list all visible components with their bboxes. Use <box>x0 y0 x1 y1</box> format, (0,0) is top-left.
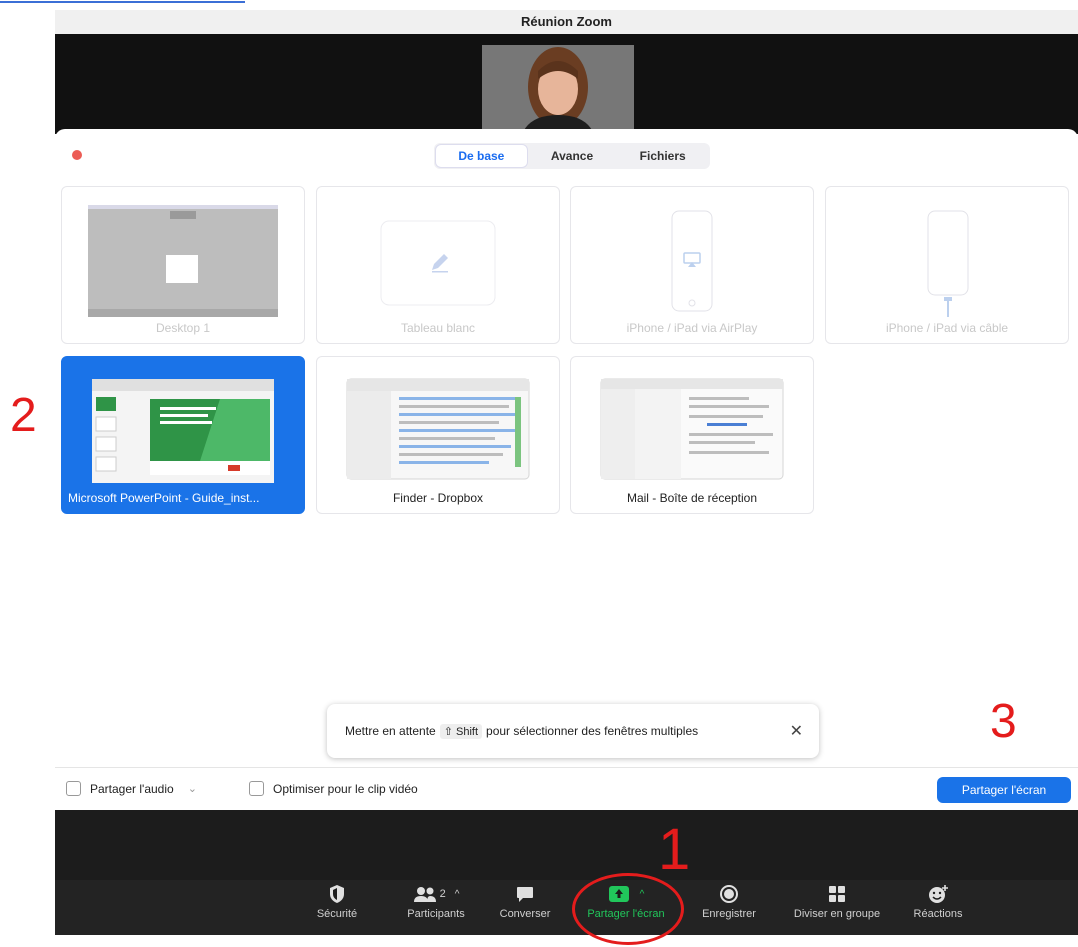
tile-powerpoint[interactable]: Microsoft PowerPoint - Guide_inst... <box>61 356 305 514</box>
toolbar-chat[interactable]: Converser <box>494 884 556 920</box>
hint-text-before: Mettre en attente <box>345 724 436 738</box>
toolbar-breakout-label: Diviser en groupe <box>793 908 881 920</box>
toolbar-chat-label: Converser <box>499 908 551 920</box>
annotation-step-1: 1 <box>658 817 691 882</box>
toolbar-security[interactable]: Sécurité <box>312 884 362 920</box>
chevron-down-icon[interactable]: ⌄ <box>188 782 197 795</box>
toolbar-security-label: Sécurité <box>316 908 358 920</box>
tile-airplay[interactable]: iPhone / iPad via AirPlay <box>570 186 814 344</box>
participant-video <box>482 45 634 134</box>
finder-thumbnail <box>346 378 530 480</box>
tile-desktop[interactable]: Desktop 1 <box>61 186 305 344</box>
tab-basic[interactable]: De base <box>436 145 527 167</box>
shift-key-badge: ⇧ Shift <box>439 723 483 739</box>
powerpoint-thumbnail <box>92 379 274 483</box>
annotation-step-2: 2 <box>10 389 37 442</box>
tile-label: Tableau blanc <box>400 321 476 335</box>
desktop-thumbnail <box>88 205 278 317</box>
annotation-step-3: 3 <box>990 695 1017 748</box>
toolbar-record[interactable]: Enregistrer <box>694 884 764 920</box>
tile-label: Desktop 1 <box>155 321 211 335</box>
share-audio-label: Partager l'audio <box>90 781 174 796</box>
annotation-circle <box>572 873 684 945</box>
share-audio-checkbox[interactable] <box>66 781 81 796</box>
tab-files[interactable]: Fichiers <box>617 145 708 167</box>
optimize-video-label: Optimiser pour le clip vidéo <box>273 781 418 796</box>
tile-finder[interactable]: Finder - Dropbox <box>316 356 560 514</box>
close-window-button[interactable] <box>72 150 82 160</box>
tile-label: iPhone / iPad via AirPlay <box>626 321 758 335</box>
participants-icon <box>413 887 436 902</box>
tile-mail[interactable]: Mail - Boîte de réception <box>570 356 814 514</box>
airplay-icon <box>683 252 701 267</box>
shield-icon <box>330 885 344 903</box>
tile-label: Microsoft PowerPoint - Guide_inst... <box>68 491 260 505</box>
tile-label: Finder - Dropbox <box>392 491 484 505</box>
optimize-video-checkbox[interactable] <box>249 781 264 796</box>
optimize-video-option[interactable]: Optimiser pour le clip vidéo <box>249 781 418 796</box>
toolbar-reactions-label: Réactions <box>913 908 963 920</box>
share-tabs: De base Avance Fichiers <box>434 143 710 169</box>
tile-cable[interactable]: iPhone / iPad via câble <box>825 186 1069 344</box>
chat-icon <box>517 887 533 902</box>
breakout-rooms-icon <box>829 886 845 902</box>
toolbar-participants[interactable]: 2 ^ Participants <box>392 884 480 920</box>
toolbar-breakout-rooms[interactable]: Diviser en groupe <box>782 884 892 920</box>
reactions-icon <box>929 885 948 903</box>
hint-text-after: pour sélectionner des fenêtres multiples <box>486 724 699 738</box>
tile-whiteboard[interactable]: Tableau blanc <box>316 186 560 344</box>
toolbar-participants-label: Participants <box>407 908 465 920</box>
hyperlink-underline[interactable] <box>0 0 245 3</box>
chevron-up-icon[interactable]: ^ <box>455 889 460 900</box>
close-icon[interactable]: ✕ <box>790 721 803 741</box>
participant-count: 2 <box>439 888 446 900</box>
options-divider <box>55 767 1078 768</box>
pen-icon <box>432 254 448 273</box>
tile-label: Mail - Boîte de réception <box>626 491 758 505</box>
tile-label: iPhone / iPad via câble <box>885 321 1009 335</box>
share-audio-option[interactable]: Partager l'audio ⌄ <box>66 781 197 796</box>
iphone-cable-thumbnail <box>927 210 969 317</box>
mail-thumbnail <box>600 378 784 480</box>
window-title: Réunion Zoom <box>55 10 1078 34</box>
tab-advanced[interactable]: Avance <box>527 145 618 167</box>
toolbar-record-label: Enregistrer <box>702 908 756 920</box>
share-screen-button[interactable]: Partager l'écran <box>937 777 1071 803</box>
toolbar-reactions[interactable]: Réactions <box>906 884 970 920</box>
participant-portrait <box>482 45 634 134</box>
multi-window-hint: Mettre en attente ⇧ Shift pour sélection… <box>327 704 819 758</box>
record-icon <box>720 885 738 903</box>
